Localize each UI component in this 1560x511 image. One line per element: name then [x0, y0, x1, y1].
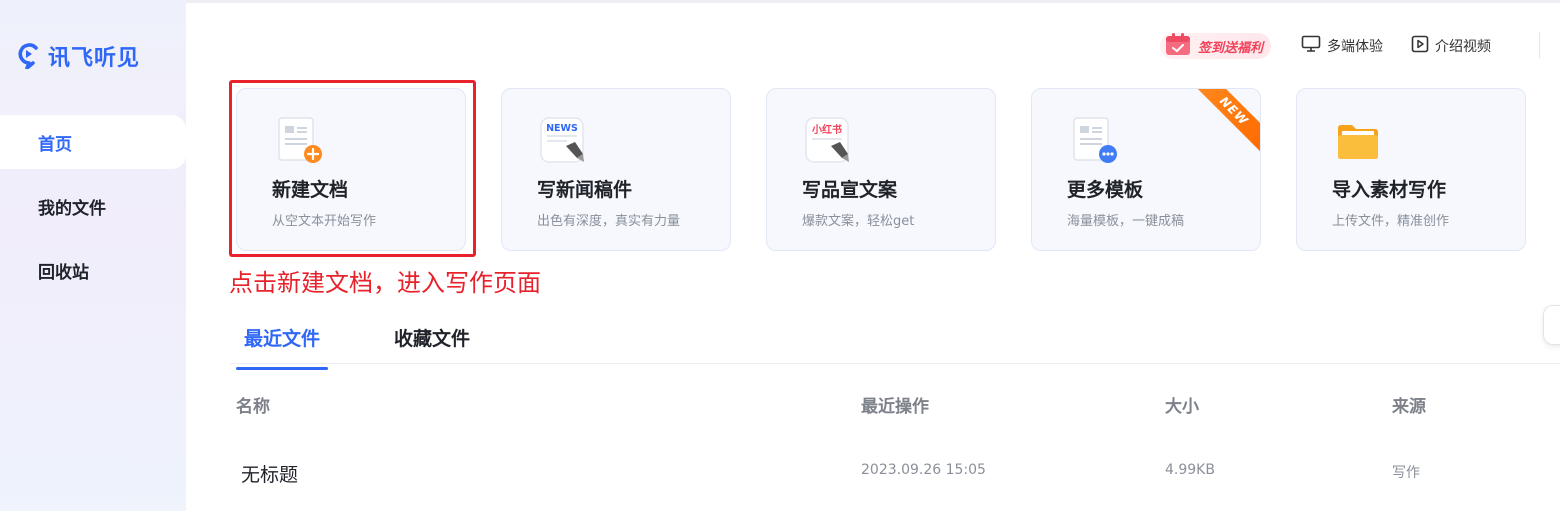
- card-subtitle: 从空文本开始写作: [272, 214, 377, 229]
- card-import-material[interactable]: 导入素材写作 上传文件，精准创作: [1296, 88, 1526, 251]
- new-doc-icon: [274, 116, 324, 166]
- card-title: 更多模板: [1067, 179, 1144, 201]
- file-last-op: 2023.09.26 15:05: [861, 462, 986, 478]
- file-source: 写作: [1392, 465, 1420, 481]
- xiaohongshu-icon: 小红书: [804, 116, 854, 166]
- file-size: 4.99KB: [1165, 462, 1215, 478]
- card-title: 新建文档: [272, 179, 349, 201]
- card-title: 导入素材写作: [1332, 179, 1447, 201]
- tab-favorite-files[interactable]: 收藏文件: [386, 318, 478, 364]
- calendar-check-icon: [1164, 31, 1194, 61]
- signin-bonus-button[interactable]: 签到送福利: [1160, 31, 1272, 61]
- app-root: 讯飞听见 首页 我的文件 回收站 签到送福利 多端体验 介绍视频 新建文档 从空…: [0, 0, 1560, 511]
- template-icon: [1069, 116, 1119, 166]
- intro-video-button[interactable]: 介绍视频: [1411, 35, 1491, 57]
- column-header-name[interactable]: 名称: [236, 392, 270, 417]
- sidebar-item-label: 回收站: [38, 262, 89, 283]
- brand-name: 讯飞听见: [48, 46, 141, 71]
- sidebar-item-home[interactable]: 首页: [0, 115, 186, 169]
- card-more-templates[interactable]: NEW 更多模板 海量模板，一键成稿: [1031, 88, 1261, 251]
- multi-device-button[interactable]: 多端体验: [1301, 35, 1383, 57]
- card-title: 写新闻稿件: [537, 179, 633, 201]
- news-icon-text: NEWS: [546, 123, 578, 134]
- sidebar-item-label: 首页: [38, 134, 72, 155]
- file-tabs: 最近文件 收藏文件: [236, 318, 536, 370]
- play-icon: [1411, 35, 1429, 57]
- logo-block: 讯飞听见: [0, 3, 186, 115]
- card-news-article[interactable]: NEWS 写新闻稿件 出色有深度，真实有力量: [501, 88, 731, 251]
- column-header-source[interactable]: 来源: [1392, 392, 1426, 417]
- tabs-divider: [230, 363, 1560, 364]
- side-panel-handle[interactable]: [1543, 305, 1560, 345]
- card-subtitle: 出色有深度，真实有力量: [537, 214, 681, 229]
- card-title: 写品宣文案: [802, 179, 898, 201]
- sidebar-item-my-files[interactable]: 我的文件: [0, 179, 186, 233]
- xiaohongshu-icon-text: 小红书: [811, 123, 842, 136]
- card-promo-copy[interactable]: 小红书 写品宣文案 爆款文案，轻松get: [766, 88, 996, 251]
- column-header-size[interactable]: 大小: [1165, 392, 1199, 417]
- monitor-icon: [1301, 35, 1321, 57]
- card-subtitle: 海量模板，一键成稿: [1067, 214, 1185, 229]
- news-icon: NEWS: [539, 116, 589, 166]
- header-actions: 签到送福利 多端体验 介绍视频: [1160, 30, 1491, 62]
- folder-icon: [1334, 116, 1384, 166]
- brand-logo[interactable]: 讯飞听见: [16, 39, 140, 73]
- header-divider: [1539, 32, 1540, 58]
- tab-recent-files[interactable]: 最近文件: [236, 318, 329, 370]
- signin-label: 签到送福利: [1198, 40, 1264, 56]
- card-subtitle: 上传文件，精准创作: [1332, 214, 1450, 229]
- sidebar-item-label: 我的文件: [38, 198, 106, 219]
- file-name[interactable]: 无标题: [241, 460, 298, 487]
- annotation-text: 点击新建文档，进入写作页面: [229, 269, 541, 297]
- card-subtitle: 爆款文案，轻松get: [802, 214, 915, 229]
- top-border: [0, 0, 1560, 3]
- new-badge: NEW: [1192, 89, 1260, 153]
- intro-video-label: 介绍视频: [1435, 39, 1492, 55]
- sidebar: 讯飞听见 首页 我的文件 回收站: [0, 0, 186, 511]
- column-header-last-op[interactable]: 最近操作: [861, 392, 929, 417]
- brand-ear-icon: [16, 39, 42, 73]
- multi-device-label: 多端体验: [1327, 39, 1384, 55]
- card-new-document[interactable]: 新建文档 从空文本开始写作: [236, 88, 466, 251]
- sidebar-item-recycle-bin[interactable]: 回收站: [0, 243, 186, 297]
